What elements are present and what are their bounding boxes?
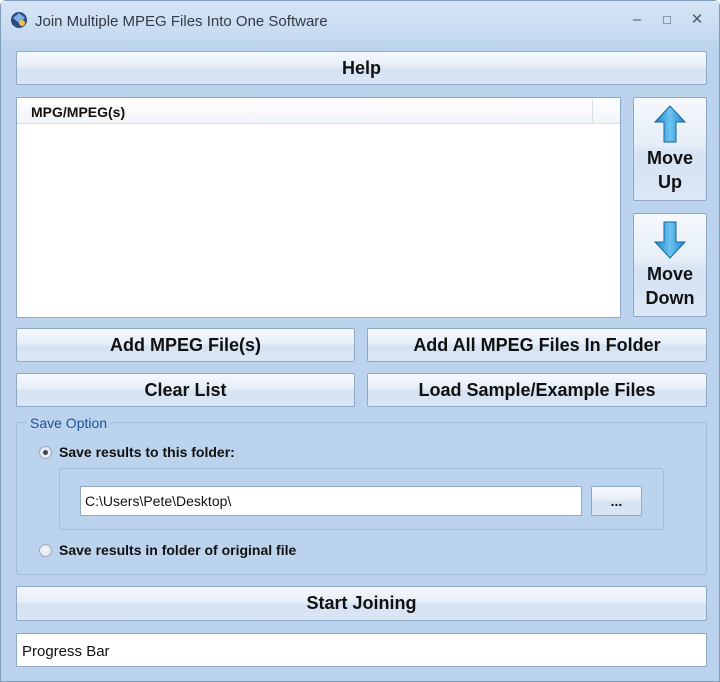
load-sample-button[interactable]: Load Sample/Example Files bbox=[367, 373, 707, 407]
browse-button-label: ... bbox=[610, 493, 623, 509]
maximize-icon[interactable]: □ bbox=[657, 10, 677, 30]
move-down-button[interactable]: Move Down bbox=[633, 213, 707, 317]
folder-path-input[interactable] bbox=[80, 486, 582, 516]
clear-list-button[interactable]: Clear List bbox=[16, 373, 355, 407]
clear-list-label: Clear List bbox=[144, 379, 227, 400]
help-button-label: Help bbox=[341, 57, 381, 78]
arrow-down-icon bbox=[653, 221, 687, 259]
add-folder-label: Add All MPEG Files In Folder bbox=[413, 334, 661, 355]
minimize-icon[interactable]: – bbox=[627, 10, 647, 30]
column-header-mpg: MPG/MPEG(s) bbox=[31, 104, 126, 120]
browse-button[interactable]: ... bbox=[591, 486, 642, 516]
column-separator[interactable] bbox=[592, 100, 593, 122]
arrow-up-icon bbox=[653, 105, 687, 143]
app-icon bbox=[11, 12, 27, 28]
add-mpeg-files-button[interactable]: Add MPEG File(s) bbox=[16, 328, 355, 362]
move-down-label-line2: Down bbox=[645, 288, 695, 308]
progress-bar: Progress Bar bbox=[16, 633, 707, 667]
app-window: Join Multiple MPEG Files Into One Softwa… bbox=[0, 0, 720, 682]
file-list-header[interactable]: MPG/MPEG(s) bbox=[17, 98, 620, 124]
radio-save-original-folder[interactable] bbox=[39, 544, 52, 557]
start-joining-label: Start Joining bbox=[306, 593, 417, 613]
start-joining-button[interactable]: Start Joining bbox=[16, 586, 707, 621]
file-list[interactable]: MPG/MPEG(s) bbox=[16, 97, 621, 318]
help-button[interactable]: Help bbox=[16, 51, 707, 85]
radio-save-to-folder-label[interactable]: Save results to this folder: bbox=[59, 444, 235, 460]
radio-save-original-folder-label[interactable]: Save results in folder of original file bbox=[59, 542, 296, 558]
window-title: Join Multiple MPEG Files Into One Softwa… bbox=[35, 13, 328, 30]
radio-save-to-folder[interactable] bbox=[39, 446, 52, 459]
add-folder-button[interactable]: Add All MPEG Files In Folder bbox=[367, 328, 707, 362]
move-up-label-line2: Up bbox=[658, 172, 682, 192]
progress-bar-label: Progress Bar bbox=[22, 643, 110, 660]
load-sample-label: Load Sample/Example Files bbox=[418, 379, 656, 400]
add-mpeg-files-label: Add MPEG File(s) bbox=[109, 334, 261, 355]
save-option-title: Save Option bbox=[27, 415, 111, 431]
move-up-button[interactable]: Move Up bbox=[633, 97, 707, 201]
title-bar[interactable]: Join Multiple MPEG Files Into One Softwa… bbox=[1, 1, 719, 41]
close-icon[interactable]: ✕ bbox=[687, 10, 707, 30]
move-down-label-line1: Move bbox=[646, 264, 693, 284]
move-up-label-line1: Move bbox=[646, 148, 693, 168]
